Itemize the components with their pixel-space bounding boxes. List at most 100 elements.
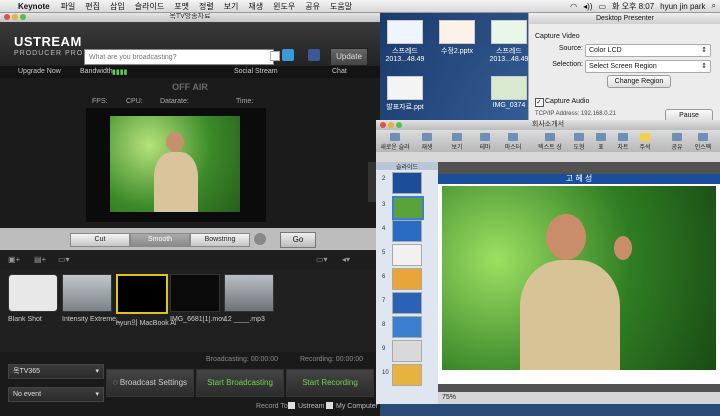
bowstring-button[interactable]: Bowstring bbox=[190, 233, 250, 247]
zoom-level[interactable]: 75% bbox=[442, 394, 456, 401]
update-button[interactable]: Update bbox=[330, 48, 368, 66]
menu-view[interactable]: 보기 bbox=[224, 1, 239, 12]
menu-insert[interactable]: 삽입 bbox=[110, 1, 125, 12]
source-item[interactable]: 12 ____.mp3 bbox=[224, 274, 276, 323]
desktop-icon[interactable]: 발표자료.ppt bbox=[382, 76, 428, 112]
slide-thumbnail[interactable] bbox=[392, 220, 422, 242]
start-broadcasting-button[interactable]: Start Broadcasting bbox=[196, 369, 284, 397]
slide-thumbnail[interactable] bbox=[392, 172, 422, 194]
menu-window[interactable]: 윈도우 bbox=[273, 1, 295, 12]
slide-thumbnail[interactable] bbox=[392, 364, 422, 386]
status-bar: 75% bbox=[438, 392, 720, 404]
file-icon bbox=[491, 20, 527, 44]
menu-app-name[interactable]: Keynote bbox=[18, 2, 50, 11]
close-icon[interactable] bbox=[4, 14, 10, 20]
event-select[interactable]: No event ▾ bbox=[8, 387, 104, 402]
chart-button[interactable]: 차트 bbox=[612, 132, 634, 151]
source-item[interactable]: IMG_6681[1].mov bbox=[170, 274, 226, 323]
channel-select[interactable]: 목TV365 ▾ bbox=[8, 364, 104, 379]
slide-thumbnail[interactable] bbox=[392, 292, 422, 314]
source-item[interactable]: hyun의 MacBook Ai bbox=[116, 274, 176, 328]
menu-slide[interactable]: 슬라이드 bbox=[135, 1, 164, 12]
minimize-icon[interactable] bbox=[387, 122, 394, 128]
play-button[interactable]: 재생 bbox=[416, 132, 438, 151]
share-button[interactable]: 공유 bbox=[666, 132, 688, 151]
audio-icon[interactable]: ◂▾ bbox=[342, 255, 350, 264]
current-slide[interactable]: 고 혜 성 bbox=[438, 174, 720, 384]
keynote-titlebar[interactable]: 회사소개서 bbox=[376, 120, 720, 130]
slide-thumbnail[interactable] bbox=[392, 196, 424, 220]
slide-thumbnail[interactable] bbox=[392, 316, 422, 338]
presenter-titlebar[interactable]: Desktop Presenter bbox=[529, 13, 720, 24]
menubar-clock[interactable]: 화 오후 8:07 bbox=[612, 1, 654, 12]
shape-button[interactable]: 도형 bbox=[568, 132, 590, 151]
comment-icon bbox=[640, 133, 650, 141]
zoom-icon[interactable] bbox=[395, 122, 402, 128]
change-region-button[interactable]: Change Region bbox=[607, 75, 671, 88]
slide-photo[interactable] bbox=[442, 186, 716, 370]
slide-thumbnail[interactable] bbox=[392, 340, 422, 362]
menu-help[interactable]: 도움말 bbox=[330, 1, 352, 12]
source-item[interactable]: Intensity Extreme_ bbox=[62, 274, 120, 323]
slide-thumbnail[interactable] bbox=[392, 268, 422, 290]
menu-edit[interactable]: 편집 bbox=[85, 1, 100, 12]
transition-speed-knob[interactable] bbox=[254, 233, 266, 245]
video-preview[interactable] bbox=[86, 108, 266, 222]
start-recording-button[interactable]: Start Recording bbox=[286, 369, 374, 397]
menu-format[interactable]: 포맷 bbox=[174, 1, 189, 12]
close-icon[interactable] bbox=[380, 122, 386, 128]
record-computer-checkbox[interactable] bbox=[326, 402, 333, 409]
status-checkbox[interactable] bbox=[270, 51, 280, 61]
add-file-icon[interactable]: ▤+ bbox=[34, 255, 46, 264]
volume-slider[interactable] bbox=[368, 162, 376, 202]
broadcast-settings-button[interactable]: ◌ Broadcast Settings bbox=[106, 369, 194, 397]
smooth-button[interactable]: Smooth bbox=[130, 233, 190, 247]
cut-button[interactable]: Cut bbox=[70, 233, 130, 247]
toolbar-label: 공유 bbox=[671, 145, 683, 151]
ustream-nav: Upgrade Now Bandwidth ▮▮▮▮ Social Stream… bbox=[0, 66, 380, 78]
add-screen-icon[interactable]: ▭▾ bbox=[58, 255, 70, 264]
menu-play[interactable]: 재생 bbox=[248, 1, 263, 12]
status-input[interactable] bbox=[84, 49, 274, 65]
master-button[interactable]: 마스터 bbox=[502, 132, 524, 151]
selection-select[interactable]: Select Screen Region ⇕ bbox=[585, 60, 711, 73]
desktop-icon[interactable]: IMG_0374 bbox=[486, 76, 532, 109]
capture-audio-label: Capture Audio bbox=[545, 98, 590, 105]
source-item[interactable]: Blank Shot bbox=[8, 274, 60, 323]
source-select[interactable]: Color LCD ⇕ bbox=[585, 44, 711, 57]
spotlight-icon[interactable]: ⌕ bbox=[712, 1, 716, 11]
zoom-icon[interactable] bbox=[19, 14, 26, 20]
volume-icon[interactable]: ◂)) bbox=[583, 2, 592, 11]
upgrade-link[interactable]: Upgrade Now bbox=[18, 68, 61, 75]
social-stream-tab[interactable]: Social Stream bbox=[234, 68, 278, 75]
twitter-icon[interactable] bbox=[282, 49, 294, 61]
battery-icon[interactable]: ▭ bbox=[598, 2, 606, 11]
record-to-label: Record To: bbox=[256, 403, 290, 410]
theme-icon bbox=[480, 133, 490, 141]
comment-button[interactable]: 주석 bbox=[634, 132, 656, 151]
bandwidth-meter: ▮▮▮▮ bbox=[112, 69, 128, 76]
facebook-icon[interactable] bbox=[308, 49, 320, 61]
menu-file[interactable]: 파일 bbox=[61, 1, 76, 12]
slide-thumbnail[interactable] bbox=[392, 244, 422, 266]
minimize-icon[interactable] bbox=[11, 14, 18, 20]
menu-arrange[interactable]: 정렬 bbox=[199, 1, 214, 12]
slide-title[interactable]: 고 혜 성 bbox=[438, 174, 720, 184]
theme-button[interactable]: 테마 bbox=[474, 132, 496, 151]
chat-tab[interactable]: Chat bbox=[332, 68, 347, 75]
ustream-titlebar[interactable]: 목TV방송자료 bbox=[0, 12, 380, 22]
view-button[interactable]: 보기 bbox=[446, 132, 468, 151]
desktop-icon[interactable]: 스프레드 2013...48.49 bbox=[382, 20, 428, 63]
layout-icon[interactable]: ▭▾ bbox=[316, 255, 328, 264]
record-ustream-checkbox[interactable] bbox=[288, 402, 295, 409]
datarate-label: Datarate: bbox=[160, 98, 189, 105]
menu-share[interactable]: 공유 bbox=[305, 1, 320, 12]
wifi-icon[interactable]: ◠ bbox=[570, 2, 577, 11]
capture-audio-checkbox[interactable]: ✓ bbox=[535, 98, 544, 107]
table-button[interactable]: 표 bbox=[590, 132, 612, 151]
add-camera-icon[interactable]: ▣+ bbox=[8, 255, 20, 264]
menubar-user[interactable]: hyun jin park bbox=[660, 2, 705, 11]
desktop-icon[interactable]: 수정2.pptx bbox=[434, 20, 480, 56]
go-button[interactable]: Go bbox=[280, 232, 316, 248]
desktop-icon[interactable]: 스프레드 2013...48.49 bbox=[486, 20, 532, 63]
